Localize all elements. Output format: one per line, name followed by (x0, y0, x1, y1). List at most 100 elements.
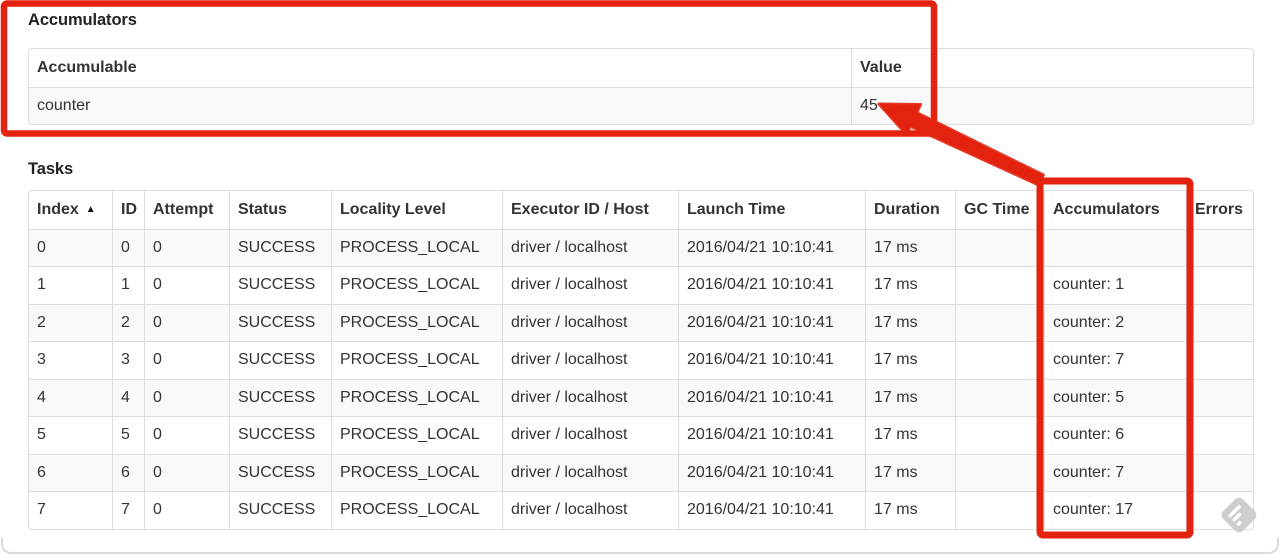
column-header-launch-time[interactable]: Launch Time (678, 191, 865, 229)
column-header-status[interactable]: Status (229, 191, 331, 229)
cell-locality-level: PROCESS_LOCAL (331, 303, 502, 341)
cell-status: SUCCESS (229, 266, 331, 304)
cell-index: 6 (29, 453, 112, 491)
cell-id: 4 (112, 378, 144, 416)
tasks-heading: Tasks (28, 160, 74, 178)
cell-launch-time: 2016/04/21 10:10:41 (678, 228, 865, 266)
window-bottom-edge (1, 538, 1279, 554)
cell-duration: 17 ms (865, 416, 955, 454)
cell-id: 6 (112, 453, 144, 491)
cell-executor-id-host: driver / localhost (502, 228, 678, 266)
cell-accumulable: counter (29, 86, 851, 124)
cell-accumulators: counter: 7 (1044, 453, 1186, 491)
cell-gc-time (955, 303, 1044, 341)
column-header-executor-id-host[interactable]: Executor ID / Host (502, 191, 678, 229)
cell-index: 7 (29, 491, 112, 529)
accumulators-table: Accumulable Value counter 45 (28, 48, 1254, 125)
cell-status: SUCCESS (229, 378, 331, 416)
accumulators-header-row: Accumulable Value (29, 49, 1253, 87)
table-row: 3 3 0 SUCCESS PROCESS_LOCAL driver / localhos… (29, 341, 1253, 379)
cell-duration: 17 ms (865, 378, 955, 416)
cell-id: 7 (112, 491, 144, 529)
cell-launch-time: 2016/04/21 10:10:41 (678, 453, 865, 491)
cell-locality-level: PROCESS_LOCAL (331, 228, 502, 266)
cell-status: SUCCESS (229, 453, 331, 491)
cell-executor-id-host: driver / localhost (502, 416, 678, 454)
cell-attempt: 0 (144, 341, 229, 379)
cell-duration: 17 ms (865, 453, 955, 491)
cell-status: SUCCESS (229, 491, 331, 529)
cell-accumulators: counter: 6 (1044, 416, 1186, 454)
table-row: 5 5 0 SUCCESS PROCESS_LOCAL driver / localhos… (29, 416, 1253, 454)
cell-accumulators: counter: 17 (1044, 491, 1186, 529)
cell-id: 2 (112, 303, 144, 341)
column-header-accumulators[interactable]: Accumulators (1044, 191, 1186, 229)
cell-status: SUCCESS (229, 341, 331, 379)
cell-launch-time: 2016/04/21 10:10:41 (678, 378, 865, 416)
column-header-index-label: Index (37, 200, 79, 218)
column-header-attempt[interactable]: Attempt (144, 191, 229, 229)
cell-attempt: 0 (144, 228, 229, 266)
column-header-accumulable: Accumulable (37, 58, 137, 76)
cell-locality-level: PROCESS_LOCAL (331, 416, 502, 454)
cell-errors (1186, 228, 1253, 266)
column-header-duration[interactable]: Duration (865, 191, 955, 229)
cell-value: 45 (851, 86, 1253, 124)
cell-status: SUCCESS (229, 228, 331, 266)
cell-launch-time: 2016/04/21 10:10:41 (678, 491, 865, 529)
cell-errors (1186, 416, 1253, 454)
cell-gc-time (955, 416, 1044, 454)
cell-locality-level: PROCESS_LOCAL (331, 341, 502, 379)
column-header-id[interactable]: ID (112, 191, 144, 229)
cell-gc-time (955, 491, 1044, 529)
cell-launch-time: 2016/04/21 10:10:41 (678, 416, 865, 454)
sort-ascending-icon: ▲ (85, 203, 96, 215)
cell-executor-id-host: driver / localhost (502, 266, 678, 304)
table-row: 0 0 0 SUCCESS PROCESS_LOCAL driver / localhos… (29, 228, 1253, 266)
cell-index: 4 (29, 378, 112, 416)
cell-gc-time (955, 228, 1044, 266)
cell-errors (1186, 303, 1253, 341)
table-row: 2 2 0 SUCCESS PROCESS_LOCAL driver / localhos… (29, 303, 1253, 341)
cell-errors (1186, 266, 1253, 304)
cell-accumulators: counter: 7 (1044, 341, 1186, 379)
cell-gc-time (955, 266, 1044, 304)
cell-attempt: 0 (144, 491, 229, 529)
table-row: 7 7 0 SUCCESS PROCESS_LOCAL driver / localhos… (29, 491, 1253, 529)
cell-status: SUCCESS (229, 303, 331, 341)
cell-errors (1186, 491, 1253, 529)
cell-attempt: 0 (144, 416, 229, 454)
column-header-value: Value (851, 49, 1253, 87)
cell-gc-time (955, 378, 1044, 416)
cell-attempt: 0 (144, 378, 229, 416)
tasks-header-row: Index ▲ ID Attempt Status Locality Level … (29, 191, 1253, 229)
cell-executor-id-host: driver / localhost (502, 491, 678, 529)
table-row: 1 1 0 SUCCESS PROCESS_LOCAL driver / localhos… (29, 266, 1253, 304)
cell-accumulators: counter: 5 (1044, 378, 1186, 416)
column-header-locality-level[interactable]: Locality Level (331, 191, 502, 229)
cell-executor-id-host: driver / localhost (502, 341, 678, 379)
cell-duration: 17 ms (865, 303, 955, 341)
cell-accumulators (1044, 228, 1186, 266)
cell-index: 0 (29, 228, 112, 266)
cell-id: 1 (112, 266, 144, 304)
cell-index: 5 (29, 416, 112, 454)
cell-locality-level: PROCESS_LOCAL (331, 378, 502, 416)
accumulators-heading: Accumulators (28, 11, 137, 29)
column-header-gc-time[interactable]: GC Time (955, 191, 1044, 229)
cell-duration: 17 ms (865, 491, 955, 529)
cell-launch-time: 2016/04/21 10:10:41 (678, 303, 865, 341)
cell-attempt: 0 (144, 266, 229, 304)
table-row: counter 45 (29, 86, 1253, 124)
column-header-index[interactable]: Index ▲ (29, 191, 112, 229)
cell-index: 3 (29, 341, 112, 379)
tasks-table: Index ▲ ID Attempt Status Locality Level … (28, 190, 1254, 530)
cell-attempt: 0 (144, 453, 229, 491)
cell-id: 5 (112, 416, 144, 454)
column-header-errors[interactable]: Errors (1186, 191, 1253, 229)
spark-stage-details-page: Accumulators Accumulable Value counter 4… (0, 0, 1280, 556)
cell-gc-time (955, 453, 1044, 491)
cell-accumulators: counter: 1 (1044, 266, 1186, 304)
cell-duration: 17 ms (865, 341, 955, 379)
table-row: 4 4 0 SUCCESS PROCESS_LOCAL driver / localhos… (29, 378, 1253, 416)
